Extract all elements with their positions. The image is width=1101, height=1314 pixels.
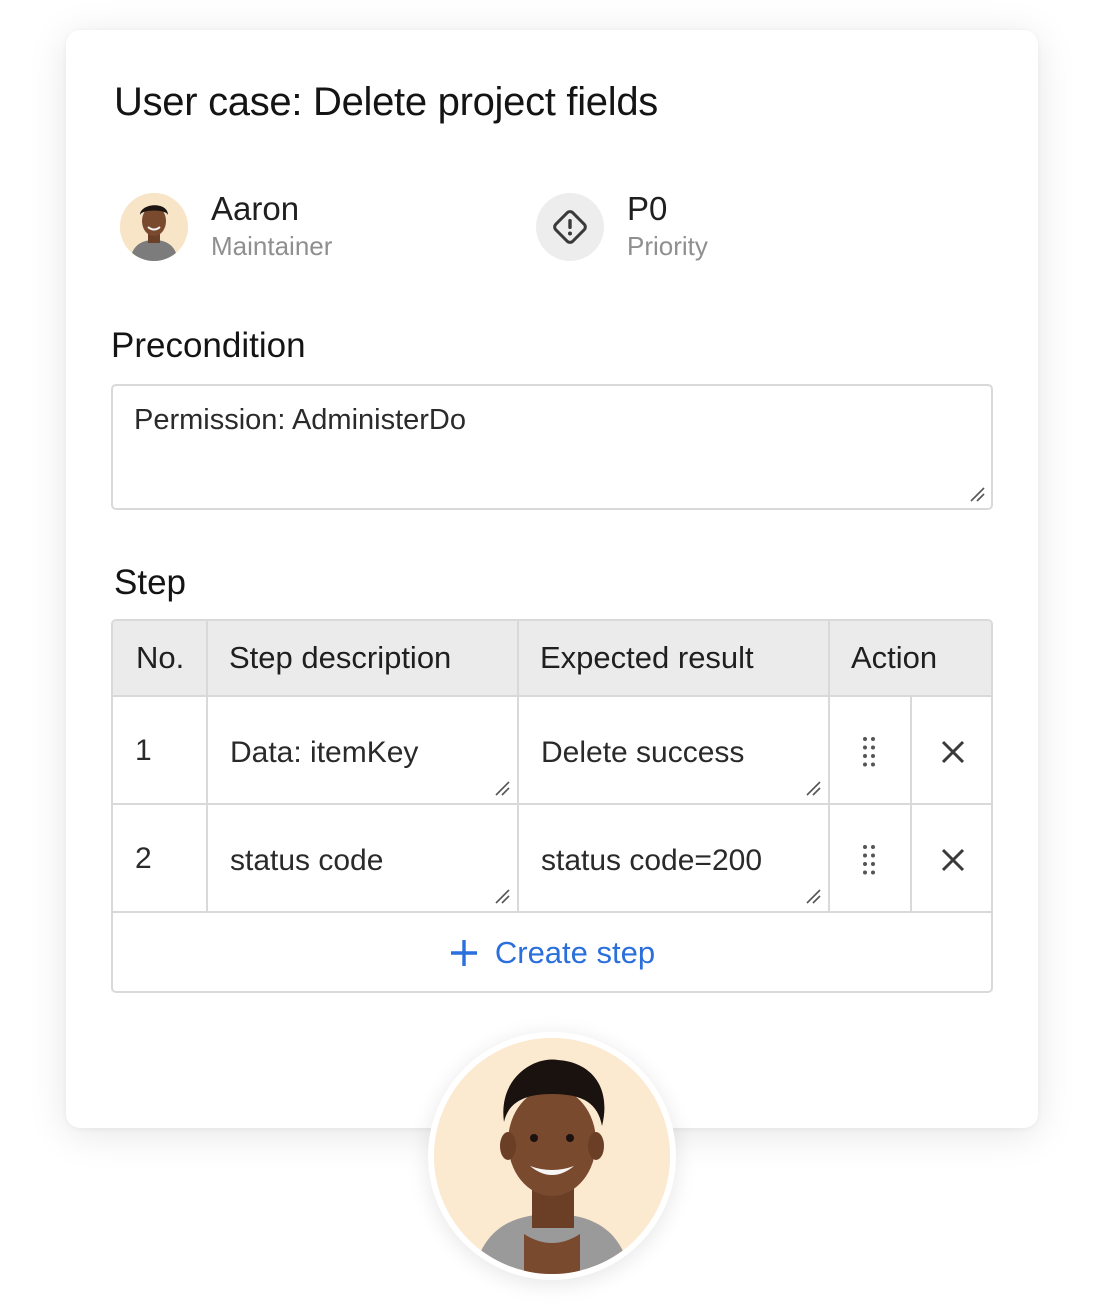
drag-handle-icon[interactable] — [861, 735, 877, 769]
person-avatar-icon — [434, 1038, 670, 1274]
resize-grip-icon[interactable] — [804, 887, 822, 905]
column-header-no: No. — [136, 640, 185, 675]
resize-grip-icon[interactable] — [968, 485, 986, 503]
priority-info: P0 Priority — [536, 190, 708, 264]
resize-grip-icon[interactable] — [804, 779, 822, 797]
step-description-field[interactable]: status code — [230, 844, 383, 878]
owner-name: Aaron — [211, 190, 300, 227]
expected-result-field[interactable]: status code=200 — [541, 844, 762, 878]
owner-info: Aaron Maintainer — [120, 190, 332, 264]
user-case-card: User case: Delete project fields Aaron M… — [66, 30, 1038, 1128]
expected-result-field[interactable]: Delete success — [541, 736, 744, 770]
priority-diamond-exclamation-icon — [553, 210, 587, 244]
column-header-expected-result: Expected result — [540, 640, 754, 675]
create-step-button[interactable]: Create step — [113, 913, 991, 991]
avatar[interactable] — [120, 193, 188, 261]
resize-grip-icon[interactable] — [493, 779, 511, 797]
page-title: User case: Delete project fields — [114, 80, 658, 124]
drag-handle-icon[interactable] — [861, 843, 877, 877]
step-number: 2 — [135, 842, 152, 875]
precondition-textarea[interactable]: Permission: AdministerDo — [111, 384, 993, 510]
column-header-action: Action — [851, 640, 938, 675]
owner-role: Maintainer — [211, 231, 333, 261]
create-step-label: Create step — [494, 935, 656, 970]
priority-label: Priority — [627, 231, 708, 261]
person-avatar-icon — [120, 193, 188, 261]
step-number: 1 — [135, 734, 152, 767]
steps-table: No. Step description Expected result Act… — [111, 619, 993, 993]
delete-step-icon[interactable] — [940, 847, 966, 873]
priority-badge[interactable] — [536, 193, 604, 261]
user-avatar-large — [428, 1032, 676, 1280]
delete-step-icon[interactable] — [940, 739, 966, 765]
precondition-value: Permission: AdministerDo — [134, 404, 466, 436]
step-label: Step — [114, 563, 186, 602]
plus-icon — [449, 938, 479, 968]
column-header-step-description: Step description — [229, 640, 452, 675]
resize-grip-icon[interactable] — [493, 887, 511, 905]
precondition-label: Precondition — [111, 326, 306, 365]
step-description-field[interactable]: Data: itemKey — [230, 736, 418, 770]
table-header: No. Step description Expected result Act… — [113, 621, 991, 697]
priority-level: P0 — [627, 190, 668, 227]
